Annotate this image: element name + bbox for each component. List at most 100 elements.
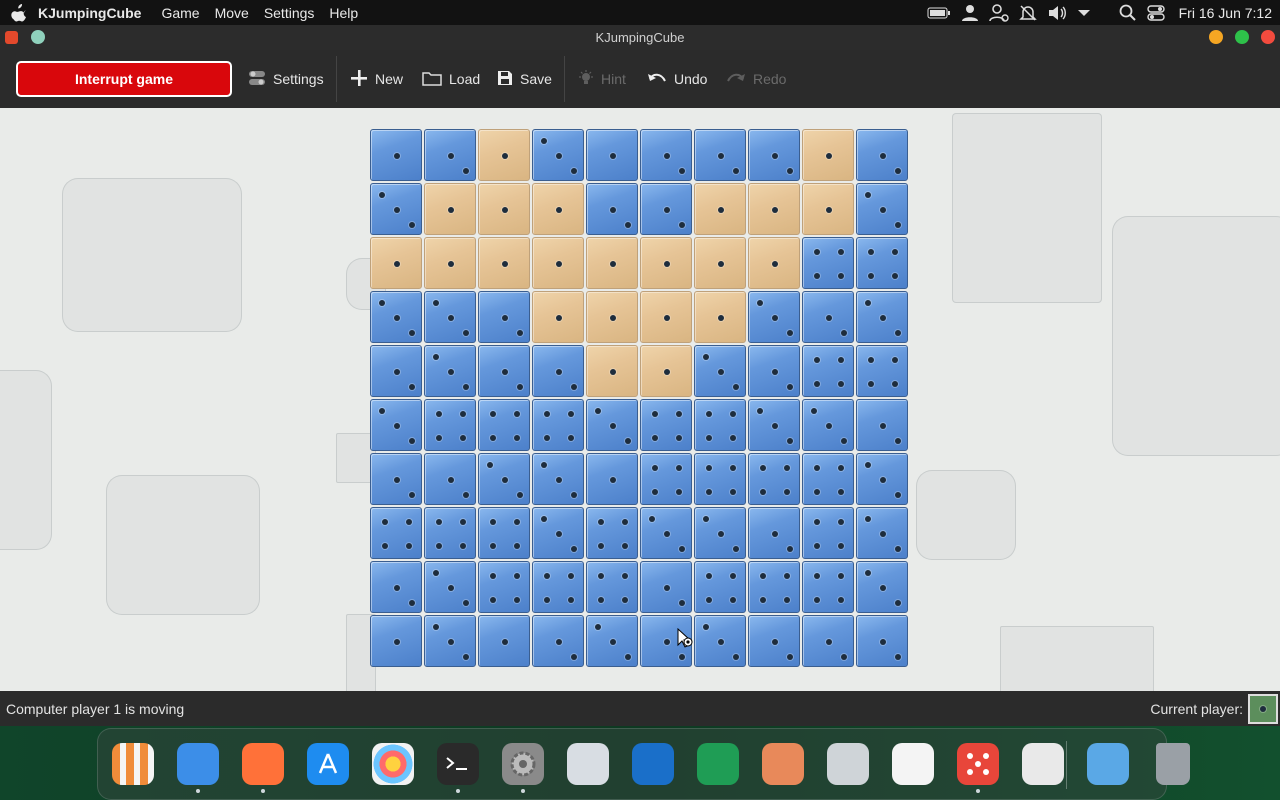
cube-tan[interactable]	[532, 183, 584, 235]
close-button[interactable]	[1261, 30, 1275, 44]
trash-icon[interactable]	[1156, 743, 1190, 785]
cube-tan[interactable]	[748, 183, 800, 235]
cube-blue[interactable]	[586, 507, 638, 559]
load-button[interactable]: Load	[422, 66, 480, 92]
cube-blue[interactable]	[856, 183, 908, 235]
photos-icon[interactable]	[372, 743, 414, 785]
cube-blue[interactable]	[640, 183, 692, 235]
cube-tan[interactable]	[694, 237, 746, 289]
cube-blue[interactable]	[370, 399, 422, 451]
menu-game[interactable]: Game	[161, 5, 199, 21]
cube-blue[interactable]	[856, 453, 908, 505]
cube-tan[interactable]	[532, 237, 584, 289]
cube-tan[interactable]	[424, 237, 476, 289]
menu-help[interactable]: Help	[329, 5, 358, 21]
cube-blue[interactable]	[748, 291, 800, 343]
cube-blue[interactable]	[802, 345, 854, 397]
cube-blue[interactable]	[640, 129, 692, 181]
kjumpingcube-icon[interactable]	[957, 743, 999, 785]
cube-blue[interactable]	[640, 507, 692, 559]
cube-blue[interactable]	[856, 237, 908, 289]
screenshot-icon[interactable]	[567, 743, 609, 785]
cube-blue[interactable]	[748, 561, 800, 613]
text-editor-icon[interactable]	[892, 743, 934, 785]
cube-tan[interactable]	[370, 237, 422, 289]
cube-blue[interactable]	[370, 561, 422, 613]
cube-tan[interactable]	[424, 183, 476, 235]
cube-blue[interactable]	[478, 507, 530, 559]
cube-blue[interactable]	[586, 561, 638, 613]
cube-blue[interactable]	[424, 129, 476, 181]
cube-tan[interactable]	[640, 237, 692, 289]
cube-tan[interactable]	[694, 183, 746, 235]
volume-icon[interactable]	[1047, 5, 1067, 21]
cube-blue[interactable]	[586, 615, 638, 667]
settings-button[interactable]: Settings	[248, 66, 324, 92]
hint-button[interactable]: Hint	[578, 66, 626, 92]
cube-blue[interactable]	[748, 129, 800, 181]
cube-blue[interactable]	[370, 453, 422, 505]
cube-tan[interactable]	[802, 129, 854, 181]
cube-blue[interactable]	[802, 399, 854, 451]
cube-blue[interactable]	[694, 129, 746, 181]
cube-blue[interactable]	[748, 615, 800, 667]
cube-tan[interactable]	[478, 237, 530, 289]
app-store-icon[interactable]	[307, 743, 349, 785]
cube-blue[interactable]	[532, 453, 584, 505]
user-icon[interactable]	[961, 4, 979, 22]
chevron-down-icon[interactable]	[1077, 8, 1091, 18]
cube-blue[interactable]	[640, 453, 692, 505]
cube-blue[interactable]	[424, 291, 476, 343]
cube-tan[interactable]	[748, 237, 800, 289]
cube-tan[interactable]	[640, 291, 692, 343]
firefox-icon[interactable]	[242, 743, 284, 785]
writer-icon[interactable]	[632, 743, 674, 785]
cube-blue[interactable]	[856, 345, 908, 397]
cube-tan[interactable]	[586, 345, 638, 397]
downloads-icon[interactable]	[1087, 743, 1129, 785]
cube-tan[interactable]	[586, 291, 638, 343]
cube-blue[interactable]	[640, 399, 692, 451]
cube-tan[interactable]	[586, 237, 638, 289]
cube-blue[interactable]	[478, 399, 530, 451]
cube-blue[interactable]	[478, 453, 530, 505]
cube-blue[interactable]	[802, 561, 854, 613]
cube-blue[interactable]	[856, 399, 908, 451]
spreadsheet-icon[interactable]	[697, 743, 739, 785]
cube-blue[interactable]	[532, 615, 584, 667]
calculator-icon[interactable]	[1022, 743, 1064, 785]
menu-settings[interactable]: Settings	[264, 5, 315, 21]
finder-icon[interactable]	[177, 743, 219, 785]
cube-blue[interactable]	[802, 237, 854, 289]
cube-blue[interactable]	[694, 561, 746, 613]
cube-tan[interactable]	[478, 183, 530, 235]
battery-icon[interactable]	[927, 7, 951, 19]
cube-blue[interactable]	[424, 345, 476, 397]
cube-blue[interactable]	[370, 129, 422, 181]
control-center-icon[interactable]	[1146, 4, 1165, 21]
maximize-button[interactable]	[1235, 30, 1249, 44]
launchpad-icon[interactable]	[112, 743, 154, 785]
media-player-icon[interactable]	[827, 743, 869, 785]
cube-blue[interactable]	[478, 561, 530, 613]
new-button[interactable]: New	[350, 66, 403, 92]
cube-blue[interactable]	[478, 291, 530, 343]
cube-blue[interactable]	[478, 615, 530, 667]
cube-blue[interactable]	[532, 129, 584, 181]
cube-blue[interactable]	[802, 291, 854, 343]
cube-blue[interactable]	[748, 507, 800, 559]
cube-blue[interactable]	[856, 507, 908, 559]
cube-blue[interactable]	[370, 345, 422, 397]
cube-blue[interactable]	[748, 399, 800, 451]
search-icon[interactable]	[1119, 4, 1137, 22]
notifications-muted-icon[interactable]	[1018, 4, 1037, 22]
cube-blue[interactable]	[586, 183, 638, 235]
cube-blue[interactable]	[748, 453, 800, 505]
cube-blue[interactable]	[532, 399, 584, 451]
cube-blue[interactable]	[370, 507, 422, 559]
cube-blue[interactable]	[586, 453, 638, 505]
cube-blue[interactable]	[856, 615, 908, 667]
terminal-icon[interactable]	[437, 743, 479, 785]
cube-tan[interactable]	[694, 291, 746, 343]
cube-blue[interactable]	[532, 561, 584, 613]
